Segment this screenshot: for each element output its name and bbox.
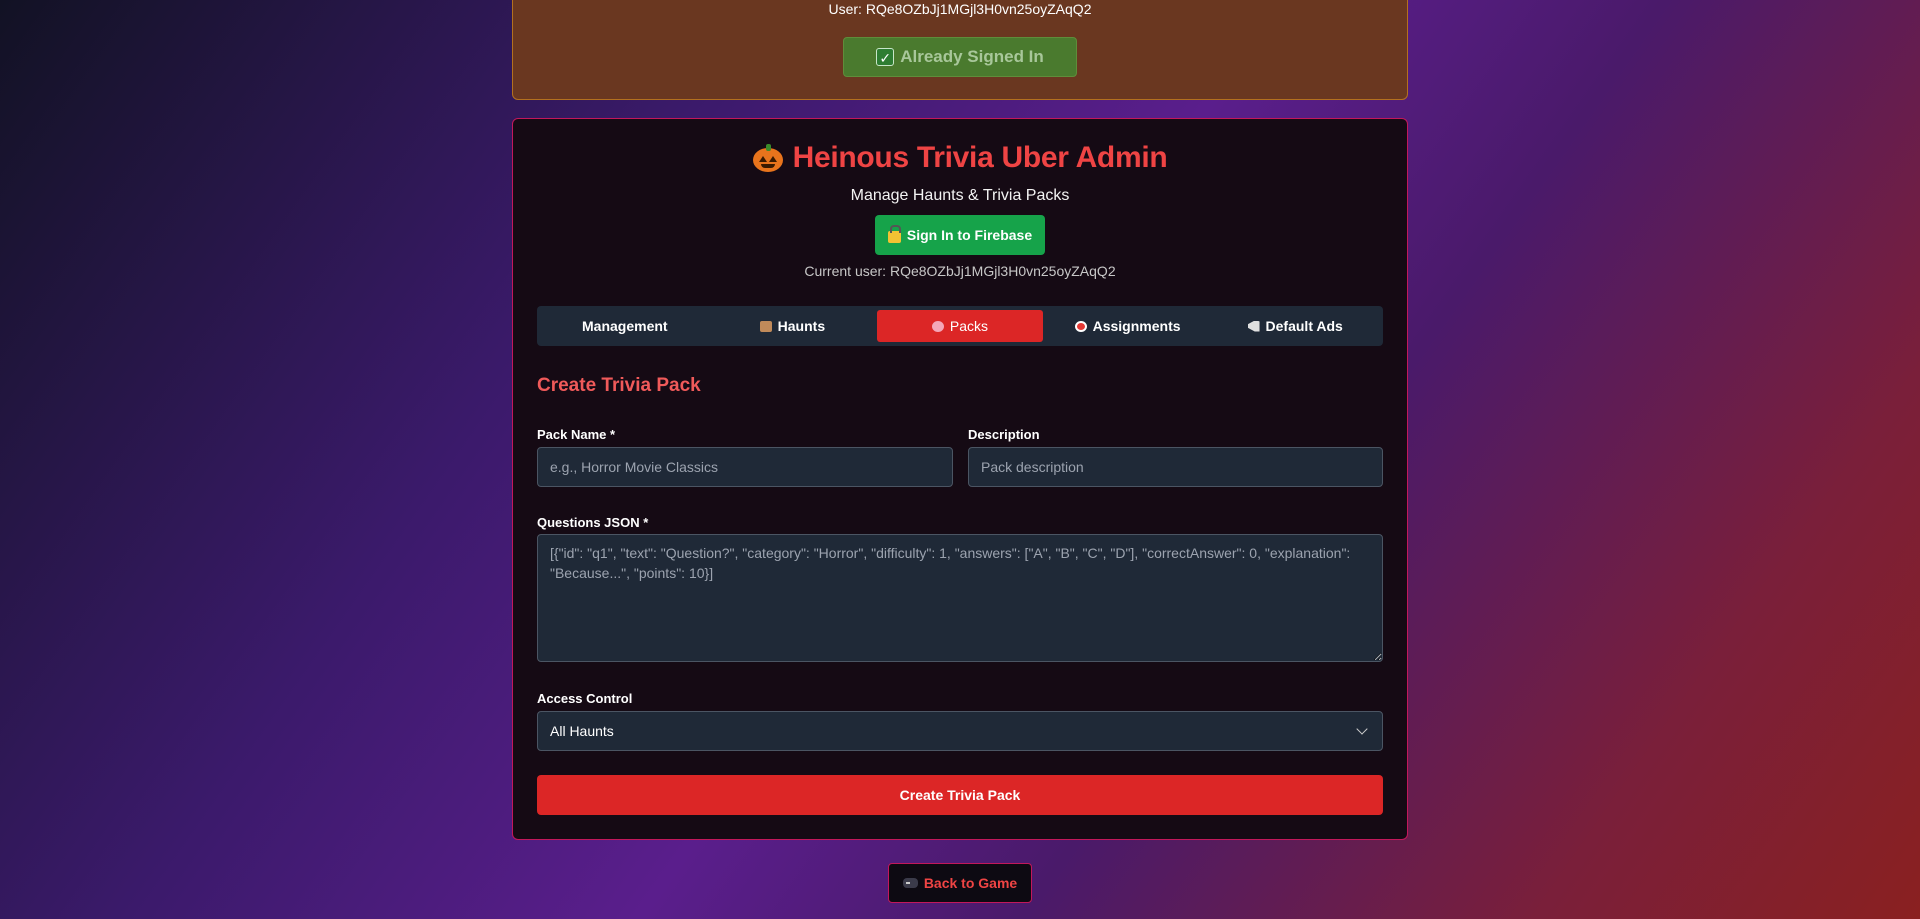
questions-json-label: Questions JSON * bbox=[537, 515, 649, 530]
tab-default-ads[interactable]: Default Ads bbox=[1212, 310, 1378, 342]
tab-haunts-label: Haunts bbox=[777, 318, 826, 334]
already-signed-in-label: Already Signed In bbox=[900, 47, 1044, 66]
target-icon bbox=[1074, 320, 1087, 332]
pumpkin-icon bbox=[752, 144, 783, 172]
tab-packs[interactable]: Packs bbox=[877, 310, 1043, 342]
page-subtitle: Manage Haunts & Trivia Packs bbox=[850, 187, 1070, 204]
pack-name-input[interactable] bbox=[537, 447, 953, 487]
admin-panel: Heinous Trivia Uber Admin Manage Haunts … bbox=[512, 118, 1408, 840]
create-trivia-pack-button[interactable]: Create Trivia Pack bbox=[537, 775, 1383, 815]
questions-json-textarea[interactable] bbox=[537, 534, 1383, 662]
create-trivia-pack-label: Create Trivia Pack bbox=[899, 787, 1021, 803]
chevron-down-icon bbox=[1356, 723, 1368, 735]
access-control-select[interactable]: All Haunts bbox=[537, 711, 1383, 751]
back-to-game-label: Back to Game bbox=[923, 875, 1018, 891]
gamepad-icon bbox=[902, 878, 918, 888]
brain-icon bbox=[931, 320, 944, 332]
tab-assignments[interactable]: Assignments bbox=[1045, 310, 1211, 342]
house-icon bbox=[759, 320, 772, 332]
title-row: Heinous Trivia Uber Admin bbox=[513, 141, 1407, 175]
tab-default-ads-label: Default Ads bbox=[1265, 318, 1343, 334]
tab-management[interactable]: Management bbox=[542, 310, 708, 342]
pack-name-label: Pack Name * bbox=[537, 427, 616, 442]
current-user-text: Current user: RQe8OZbJj1MGjl3H0vn25oyZAq… bbox=[804, 263, 1116, 279]
checkmark-icon: ✓ bbox=[876, 48, 895, 66]
signed-in-card: User: RQe8OZbJj1MGjl3H0vn25oyZAqQ2 ✓ Alr… bbox=[512, 0, 1408, 100]
description-label: Description bbox=[968, 427, 1040, 442]
tab-assignments-label: Assignments bbox=[1092, 318, 1181, 334]
tab-management-label: Management bbox=[582, 318, 668, 334]
tab-packs-label: Packs bbox=[949, 318, 989, 334]
access-control-label: Access Control bbox=[537, 691, 633, 706]
section-title: Create Trivia Pack bbox=[537, 375, 701, 396]
tab-haunts[interactable]: Haunts bbox=[710, 310, 876, 342]
back-to-game-button[interactable]: Back to Game bbox=[888, 863, 1032, 903]
sign-in-firebase-label: Sign In to Firebase bbox=[906, 227, 1033, 243]
tab-bar: Management Haunts Packs Assignments Defa… bbox=[537, 306, 1383, 346]
megaphone-icon bbox=[1247, 320, 1260, 332]
top-user-text: User: RQe8OZbJj1MGjl3H0vn25oyZAqQ2 bbox=[828, 1, 1092, 17]
access-control-value: All Haunts bbox=[550, 723, 614, 739]
lock-icon bbox=[887, 224, 901, 243]
sign-in-firebase-button[interactable]: Sign In to Firebase bbox=[875, 215, 1045, 255]
already-signed-in-button[interactable]: ✓ Already Signed In bbox=[843, 37, 1077, 77]
page-title: Heinous Trivia Uber Admin bbox=[792, 141, 1168, 174]
description-input[interactable] bbox=[968, 447, 1383, 487]
